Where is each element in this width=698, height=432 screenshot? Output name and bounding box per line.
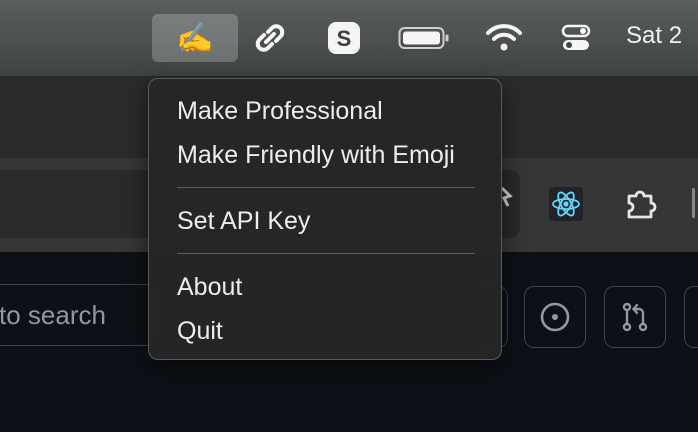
menu-item-set-api-key[interactable]: Set API Key: [177, 207, 310, 236]
react-devtools-icon[interactable]: [546, 182, 586, 226]
link-icon[interactable]: [246, 14, 294, 62]
s-app-icon[interactable]: S: [320, 14, 368, 62]
notifications-button[interactable]: [684, 286, 698, 348]
menubar-clock[interactable]: Sat 2: [626, 22, 682, 50]
pull-requests-icon: [622, 302, 648, 332]
menu-item-about[interactable]: About: [177, 273, 242, 302]
menu-separator: [177, 187, 475, 188]
menu-item-make-friendly-emoji[interactable]: Make Friendly with Emoji: [177, 141, 455, 170]
battery-icon[interactable]: [394, 14, 454, 62]
macos-menu-bar: ✍️ S Sat 2: [0, 0, 698, 76]
writing-hand-icon[interactable]: ✍️: [152, 14, 238, 62]
pull-requests-button[interactable]: [604, 286, 666, 348]
wifi-icon[interactable]: [480, 14, 528, 62]
app-dropdown-menu: Make Professional Make Friendly with Emo…: [148, 78, 502, 360]
search-input[interactable]: to search: [0, 284, 160, 346]
issues-button[interactable]: [524, 286, 586, 348]
issues-icon: [540, 302, 570, 332]
control-center-icon[interactable]: [552, 14, 600, 62]
menu-separator: [177, 253, 475, 254]
puzzle-extensions-icon[interactable]: [620, 182, 660, 226]
toolbar-divider: [692, 188, 695, 218]
menu-item-quit[interactable]: Quit: [177, 317, 223, 346]
s-app-letter: S: [337, 26, 352, 51]
menu-item-make-professional[interactable]: Make Professional: [177, 97, 383, 126]
